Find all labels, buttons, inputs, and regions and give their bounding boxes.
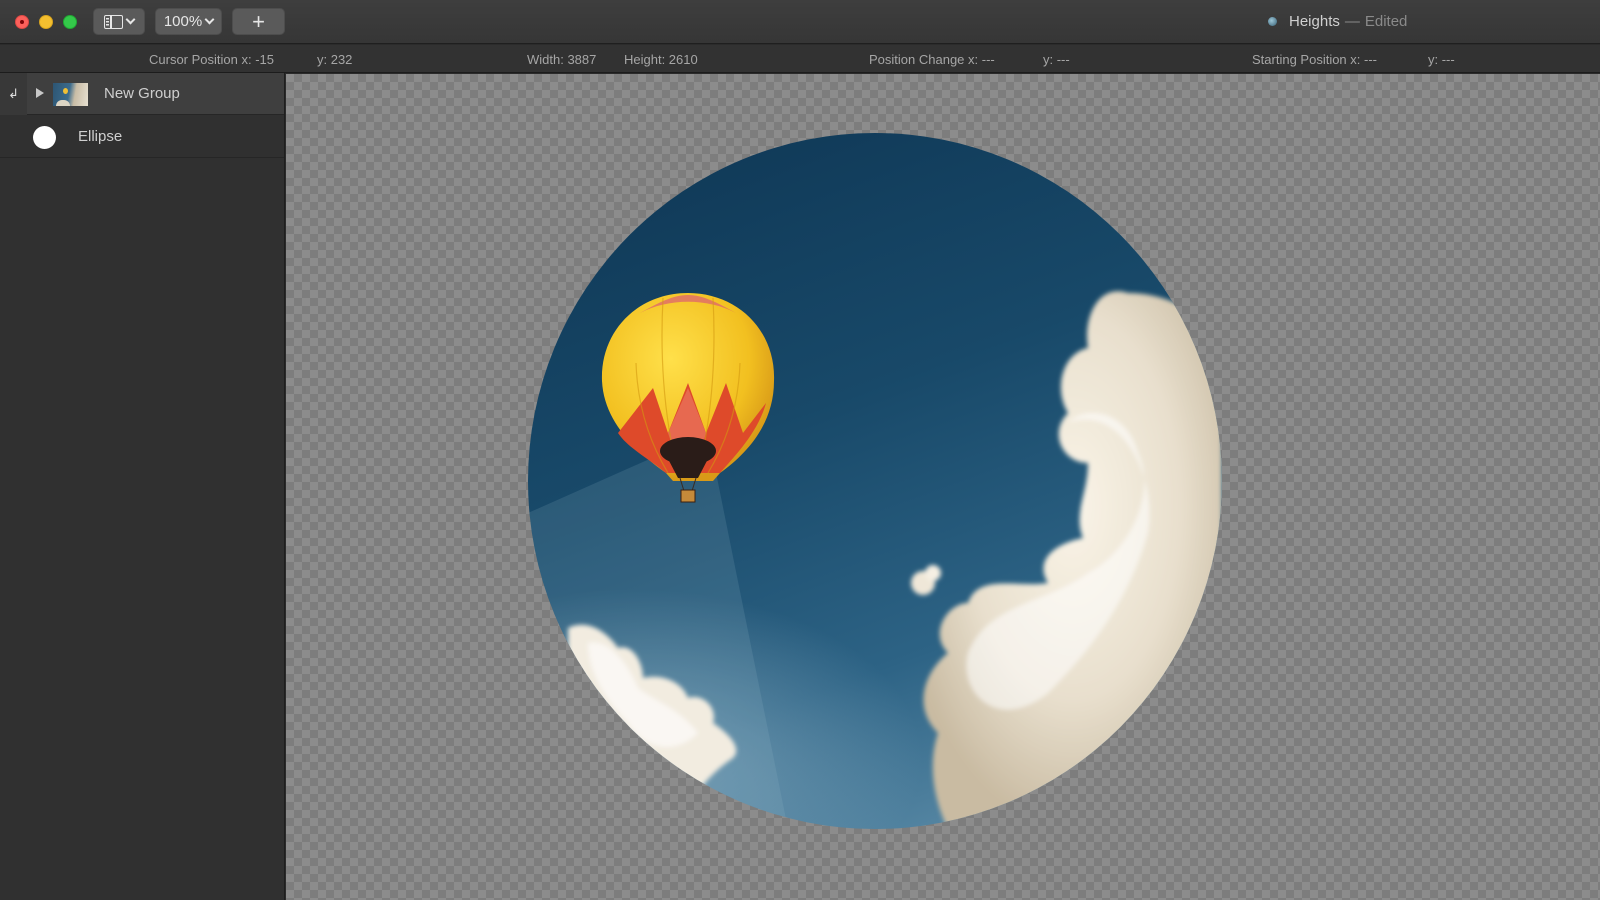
starting-position-x: Starting Position x: --- [1252,52,1377,67]
title-bar: 100% + Heights — Edited [0,0,1600,44]
add-layer-button[interactable]: + [232,8,285,35]
ellipse-shape-icon [33,126,56,149]
starting-position-y: y: --- [1428,52,1455,67]
info-bar: Cursor Position x: -15 y: 232 Width: 388… [0,45,1600,73]
plus-icon: + [252,8,265,34]
position-change-y: y: --- [1043,52,1070,67]
balloon-photo [528,291,1222,829]
minimize-window-button[interactable] [39,15,53,29]
layer-row-new-group[interactable]: ↲ New Group [0,73,284,115]
window-title: Heights — Edited [1268,13,1407,30]
disclosure-triangle-icon[interactable] [36,88,44,98]
chevron-down-icon [125,14,136,25]
document-name: Heights [1289,13,1340,30]
clipping-mask-icon[interactable]: ↲ [0,73,27,115]
sidebar-icon [104,14,123,29]
chevron-down-icon [204,14,215,25]
image-thumbnail-icon [53,83,88,106]
masked-photo[interactable] [528,133,1222,829]
title-separator: — [1344,13,1360,30]
layer-name: New Group [104,85,180,102]
layer-row-ellipse[interactable]: Ellipse [0,116,284,158]
canvas-width: Width: 3887 [527,52,597,67]
sidebar-toggle-button[interactable] [93,8,145,35]
layers-panel: ↲ New Group Ellipse [0,73,285,900]
zoom-window-button[interactable] [63,15,77,29]
close-window-button[interactable] [15,15,29,29]
document-icon[interactable] [1268,17,1277,26]
position-change-x: Position Change x: --- [869,52,995,67]
cursor-position-y: y: 232 [317,52,353,67]
zoom-level-value: 100% [163,13,203,30]
cloud-right [911,291,1222,829]
document-state: Edited [1364,13,1408,30]
canvas[interactable] [286,74,1600,900]
cursor-position-x: Cursor Position x: -15 [149,52,274,67]
layer-name: Ellipse [78,128,123,145]
zoom-level-dropdown[interactable]: 100% [155,8,222,35]
canvas-height: Height: 2610 [624,52,698,67]
